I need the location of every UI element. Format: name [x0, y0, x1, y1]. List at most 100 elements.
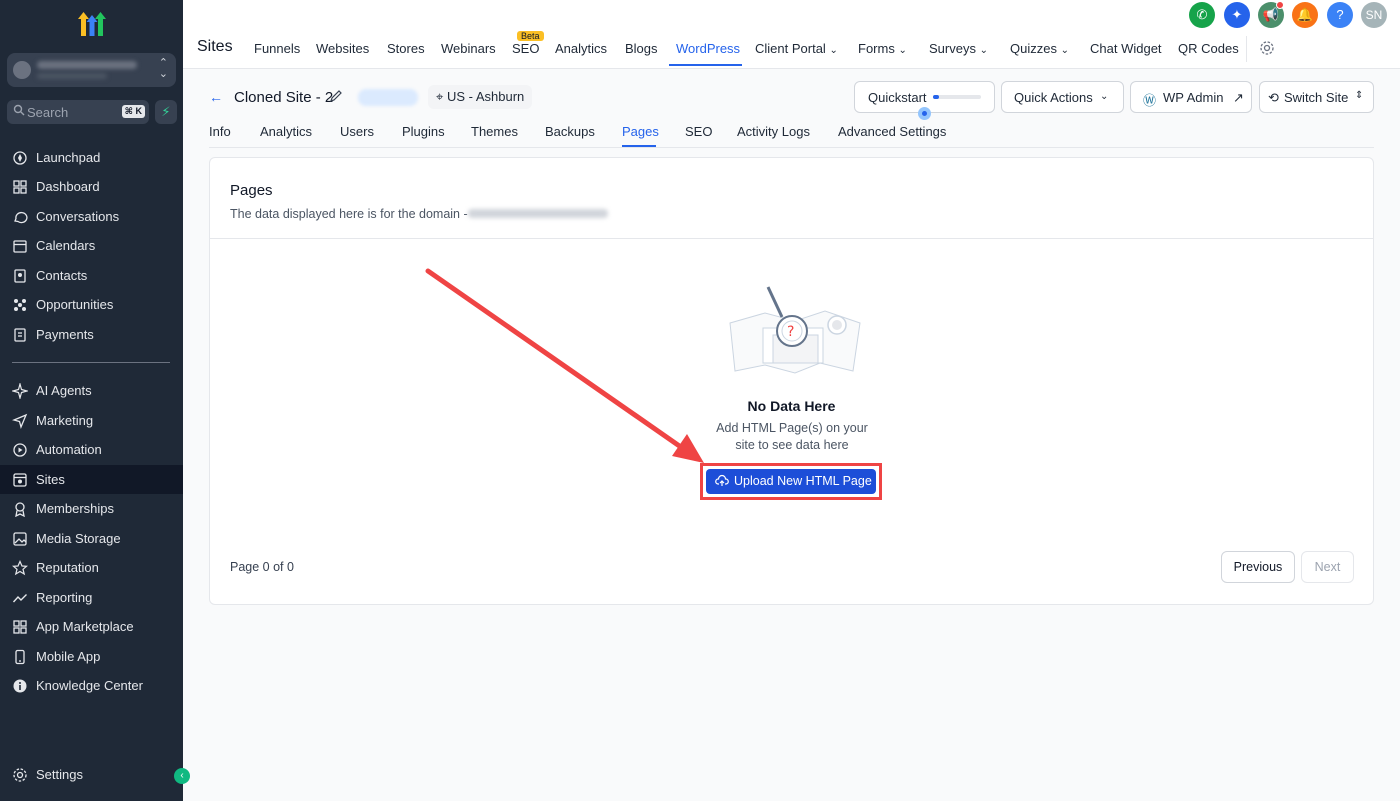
tab-quizzes[interactable]: Quizzes ⌄: [1010, 41, 1069, 56]
tab-chat-widget[interactable]: Chat Widget: [1090, 41, 1162, 56]
sidebar-item-label: AI Agents: [36, 383, 92, 398]
sidebar-item-reputation[interactable]: Reputation: [0, 553, 183, 582]
tab-label: Blogs: [625, 41, 658, 56]
sidebar-item-memberships[interactable]: Memberships: [0, 494, 183, 523]
sidebar-item-media-storage[interactable]: Media Storage: [0, 524, 183, 553]
tab-webinars[interactable]: Webinars: [441, 41, 496, 56]
subtab-activity-logs[interactable]: Activity Logs: [737, 124, 810, 139]
map-pin-icon: ⌖: [436, 89, 444, 104]
sidebar-item-reporting[interactable]: Reporting: [0, 583, 183, 612]
switch-site-button[interactable]: ⟲ Switch Site ⇕: [1259, 81, 1374, 113]
tab-wordpress[interactable]: WordPress: [676, 41, 740, 56]
location-badge: ⌖ US - Ashburn: [428, 85, 533, 109]
subtab-backups[interactable]: Backups: [545, 124, 595, 139]
sidebar-item-launchpad[interactable]: Launchpad: [0, 143, 183, 172]
chevron-updown-icon: ⇕: [1355, 90, 1364, 101]
tab-stores[interactable]: Stores: [387, 41, 425, 56]
sidebar-item-mobile-app[interactable]: Mobile App: [0, 642, 183, 671]
sidebar-item-calendars[interactable]: Calendars: [0, 231, 183, 260]
star-icon: [12, 560, 28, 576]
sidebar-item-dashboard[interactable]: Dashboard: [0, 172, 183, 201]
quickstart-label: Quickstart: [868, 90, 927, 105]
tab-label: SEO: [512, 41, 540, 56]
quick-action-bolt-icon[interactable]: ⚡: [155, 100, 177, 124]
search-input[interactable]: Search ⌘ K: [7, 100, 149, 124]
back-arrow-icon[interactable]: ←: [209, 89, 223, 105]
info-icon: [13, 679, 27, 693]
tab-surveys[interactable]: Surveys ⌄: [929, 41, 988, 56]
beta-badge: Beta: [517, 31, 544, 41]
tab-analytics[interactable]: Analytics: [555, 41, 607, 56]
previous-button[interactable]: Previous: [1221, 551, 1295, 583]
tab-funnels[interactable]: Funnels: [254, 41, 300, 56]
sidebar-item-settings[interactable]: Settings: [0, 760, 183, 789]
subtab-users[interactable]: Users: [340, 124, 374, 139]
tab-client-portal[interactable]: Client Portal ⌄: [755, 41, 838, 56]
sidebar-item-label: Conversations: [36, 209, 120, 224]
chevron-down-icon: ⌄: [829, 45, 838, 56]
subtab-analytics[interactable]: Analytics: [260, 124, 312, 139]
subtab-info[interactable]: Info: [209, 124, 231, 139]
calendar-icon: [13, 240, 27, 253]
tab-label: Funnels: [254, 41, 301, 56]
sidebar-item-contacts[interactable]: Contacts: [0, 261, 183, 290]
svg-text:?: ?: [787, 324, 794, 340]
gear-icon[interactable]: [1259, 40, 1275, 56]
nav-separator: [1246, 36, 1247, 62]
mobile-icon: [15, 649, 25, 665]
site-id-redacted: [358, 89, 418, 106]
active-tab-underline: [669, 64, 742, 66]
tab-websites[interactable]: Websites: [316, 41, 369, 56]
tab-seo[interactable]: SEO: [512, 41, 539, 56]
sidebar-item-payments[interactable]: Payments: [0, 320, 183, 349]
magic-wand-icon[interactable]: ✦: [1224, 2, 1250, 28]
sidebar-item-app-marketplace[interactable]: App Marketplace: [0, 612, 183, 641]
tab-qr-codes[interactable]: QR Codes: [1178, 41, 1239, 56]
sidebar-item-ai-agents[interactable]: AI Agents: [0, 376, 183, 405]
search-placeholder: Search: [27, 105, 69, 120]
page-title: Sites: [197, 38, 233, 55]
quick-actions-button[interactable]: Quick Actions ⌄: [1001, 81, 1124, 113]
contacts-icon: [14, 269, 26, 283]
chevron-down-icon: ⌄: [1100, 91, 1109, 102]
pages-card: Pages The data displayed here is for the…: [209, 157, 1374, 605]
user-avatar[interactable]: SN: [1361, 2, 1387, 28]
collapse-sidebar-icon[interactable]: ‹: [174, 768, 190, 784]
account-name-redacted: [37, 61, 137, 69]
tab-label: Surveys: [929, 41, 976, 56]
wp-admin-button[interactable]: Ⓦ WP Admin ↗: [1130, 81, 1252, 113]
sidebar-item-label: Knowledge Center: [36, 678, 143, 693]
sidebar-item-marketing[interactable]: Marketing: [0, 406, 183, 435]
subtab-themes[interactable]: Themes: [471, 124, 518, 139]
sidebar-item-label: Contacts: [36, 268, 88, 283]
sidebar-item-label: App Marketplace: [36, 619, 134, 634]
upload-html-page-button[interactable]: Upload New HTML Page: [706, 469, 876, 494]
subtab-seo[interactable]: SEO: [685, 124, 712, 139]
sidebar-item-sites[interactable]: Sites: [0, 465, 183, 494]
pencil-icon[interactable]: [329, 89, 343, 103]
subtab-advanced-settings[interactable]: Advanced Settings: [838, 124, 946, 139]
tab-label: Quizzes: [1010, 41, 1057, 56]
account-switcher[interactable]: ⌃ ⌄: [7, 53, 176, 87]
external-link-icon: ↗: [1233, 90, 1244, 105]
tab-blogs[interactable]: Blogs: [625, 41, 658, 56]
site-name: Cloned Site - 2: [234, 89, 334, 106]
sidebar-item-opportunities[interactable]: Opportunities: [0, 290, 183, 319]
next-button[interactable]: Next: [1301, 551, 1354, 583]
subtab-plugins[interactable]: Plugins: [402, 124, 445, 139]
subtab-pages[interactable]: Pages: [622, 124, 659, 139]
sidebar-item-knowledge-center[interactable]: Knowledge Center: [0, 671, 183, 700]
phone-icon[interactable]: ✆: [1189, 2, 1215, 28]
sidebar: ⌃ ⌄ Search ⌘ K ⚡ Launchpad Dashboard Conver…: [0, 0, 190, 801]
tab-forms[interactable]: Forms ⌄: [858, 41, 907, 56]
help-icon[interactable]: ?: [1327, 2, 1353, 28]
sidebar-item-automation[interactable]: Automation: [0, 435, 183, 464]
dashboard-icon: [13, 180, 27, 194]
bell-icon[interactable]: 🔔: [1292, 2, 1318, 28]
empty-state-title: No Data Here: [747, 398, 836, 414]
tab-label: QR Codes: [1178, 41, 1239, 56]
annotation-highlight-box: Upload New HTML Page: [700, 463, 882, 500]
sidebar-item-label: Mobile App: [36, 649, 101, 664]
sidebar-item-conversations[interactable]: Conversations: [0, 202, 183, 231]
send-icon: [12, 413, 28, 429]
